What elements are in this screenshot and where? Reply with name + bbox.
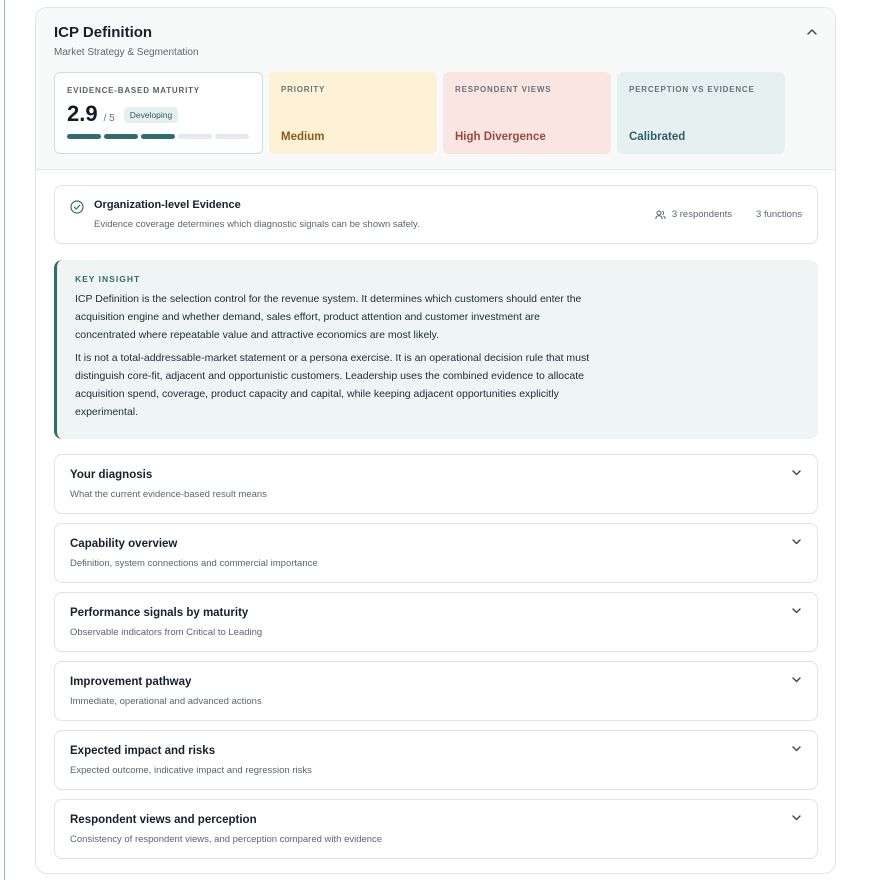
metric-cards: Evidence-based maturity 2.9 / 5 Developi… [54,72,785,154]
maturity-progress [67,134,250,139]
priority-value: Medium [281,131,325,143]
maturity-progress-segment [67,134,101,139]
section-respondent-views[interactable]: Respondent views and perception Consiste… [54,799,818,859]
section-performance-signals[interactable]: Performance signals by maturity Observab… [54,592,818,652]
maturity-badge: Developing [123,107,179,123]
section-title: Performance signals by maturity [70,607,249,619]
insight-label: Key insight [75,274,141,284]
priority-card: Priority Medium [269,72,437,154]
section-subtitle: Consistency of respondent views, and per… [70,834,383,845]
page-frame-line [4,0,5,880]
section-title: Capability overview [70,538,178,550]
respondent-views-value: High Divergence [455,131,546,143]
chevron-down-icon [792,608,801,614]
section-subtitle: Expected outcome, indicative impact and … [70,765,312,776]
chevron-down-icon [792,539,801,545]
page-title: ICP Definition [54,24,153,41]
section-expected-impact[interactable]: Expected impact and risks Expected outco… [54,730,818,790]
maturity-progress-segment [178,134,212,139]
section-subtitle: Definition, system connections and comme… [70,558,318,569]
card-header: ICP Definition Market Strategy & Segment… [36,8,835,170]
page-subtitle: Market Strategy & Segmentation [54,47,199,58]
chevron-down-icon [792,815,801,821]
section-improvement-pathway[interactable]: Improvement pathway Immediate, operation… [54,661,818,721]
chevron-down-icon [792,677,801,683]
maturity-score: 2.9 [67,101,98,126]
priority-label: Priority [281,85,326,94]
evidence-meta: 3 respondents 3 functions [655,209,802,220]
maturity-max: / 5 [103,113,115,124]
insight-paragraph: It is not a total-addressable-market sta… [75,352,590,418]
chevron-down-icon [792,470,801,476]
section-subtitle: What the current evidence-based result m… [70,489,267,500]
section-title: Improvement pathway [70,676,192,688]
perception-label: Perception vs evidence [629,85,755,94]
section-title: Your diagnosis [70,469,153,481]
capability-card: ICP Definition Market Strategy & Segment… [35,7,836,874]
evidence-panel: Organization-level Evidence Evidence cov… [54,185,818,244]
maturity-progress-segment [215,134,249,139]
insight-paragraph: ICP Definition is the selection control … [75,293,582,341]
section-title: Respondent views and perception [70,814,257,826]
perception-value: Calibrated [629,131,686,143]
section-subtitle: Observable indicators from Critical to L… [70,627,263,638]
evidence-title: Organization-level Evidence [94,199,241,211]
respondent-views-label: Respondent views [455,85,552,94]
section-your-diagnosis[interactable]: Your diagnosis What the current evidence… [54,454,818,514]
perception-card: Perception vs evidence Calibrated [617,72,785,154]
respondent-views-card: Respondent views High Divergence [443,72,611,154]
check-circle-icon [70,200,84,214]
functions-count: 3 functions [756,209,802,220]
key-insight: Key insight ICP Definition is the select… [54,260,818,439]
section-capability-overview[interactable]: Capability overview Definition, system c… [54,523,818,583]
chevron-up-icon [807,29,817,35]
maturity-progress-segment [104,134,138,139]
evidence-subtitle: Evidence coverage determines which diagn… [94,219,420,230]
section-subtitle: Immediate, operational and advanced acti… [70,696,262,707]
collapse-button[interactable] [805,25,819,39]
maturity-card: Evidence-based maturity 2.9 / 5 Developi… [54,72,263,154]
users-icon [655,210,666,219]
respondents-count: 3 respondents [671,209,733,220]
chevron-down-icon [792,746,801,752]
maturity-label: Evidence-based maturity [67,86,200,95]
maturity-progress-segment [141,134,175,139]
section-title: Expected impact and risks [70,745,216,757]
